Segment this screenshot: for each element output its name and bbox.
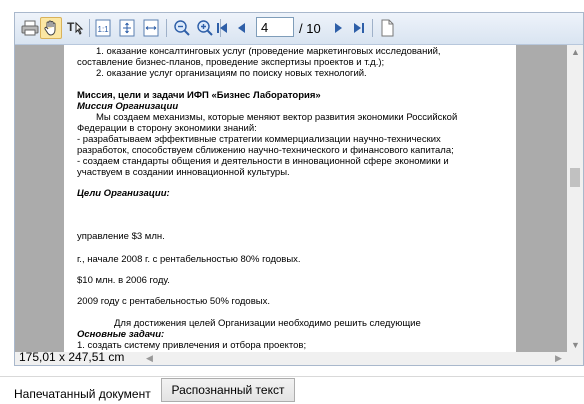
print-icon[interactable]	[19, 17, 41, 39]
fit-page-icon[interactable]	[116, 17, 138, 39]
scroll-up-icon[interactable]: ▲	[571, 47, 580, 57]
page-icon[interactable]	[376, 17, 398, 39]
doc-line: Мы создаем механизмы, которые меняют век…	[96, 112, 458, 123]
doc-line: составление бизнес-планов, проведение эк…	[77, 57, 385, 68]
toolbar-separator	[372, 19, 373, 37]
scroll-right-icon[interactable]: ▶	[555, 353, 562, 364]
document-canvas[interactable]: 1. оказание консалтинговых услуг (провед…	[15, 45, 567, 352]
doc-line: Для достижения целей Организации необход…	[114, 318, 421, 329]
page-number-input[interactable]	[256, 17, 294, 37]
doc-subheading: Цели Организации:	[77, 188, 170, 199]
doc-line: $10 млн. в 2006 году.	[77, 275, 170, 286]
tab-divider	[0, 376, 584, 377]
scroll-thumb[interactable]	[570, 168, 580, 187]
next-page-icon[interactable]	[327, 17, 349, 39]
doc-line: - разрабатываем эффективные стратегии ко…	[77, 134, 441, 145]
document-page: 1. оказание консалтинговых услуг (провед…	[64, 45, 516, 352]
prev-page-icon[interactable]	[231, 17, 253, 39]
doc-line: - создаем стандарты общения и деятельнос…	[77, 156, 449, 167]
scroll-left-icon[interactable]: ◀	[146, 353, 153, 364]
svg-text:1:1: 1:1	[98, 25, 110, 34]
scroll-down-icon[interactable]: ▼	[571, 340, 580, 350]
tab-recognized-text[interactable]: Распознанный текст	[161, 378, 295, 402]
viewer-toolbar: T 1:1 / 10	[15, 13, 583, 45]
status-bar: 175,01 x 247,51 cm ◀ ▶	[15, 350, 583, 365]
zoom-out-icon[interactable]	[171, 17, 193, 39]
page-size-label: 175,01 x 247,51 cm	[19, 350, 125, 364]
doc-line: участвуем в создании инновационной культ…	[77, 167, 290, 178]
doc-line: 2009 году с рентабельностью 50% годовых.	[77, 296, 270, 307]
document-viewer: T 1:1 / 10	[14, 12, 584, 366]
actual-size-icon[interactable]: 1:1	[92, 17, 114, 39]
doc-subheading: Миссия Организации	[77, 101, 179, 112]
doc-line: Федерации в сторону экономики знаний:	[77, 123, 257, 134]
doc-line: управление $3 млн.	[77, 231, 165, 242]
page-total-label: / 10	[299, 21, 321, 36]
hand-tool-icon[interactable]	[40, 17, 62, 39]
vertical-scrollbar[interactable]: ▲ ▼	[567, 45, 583, 352]
tab-printed-document[interactable]: Напечатанный документ	[14, 387, 151, 401]
doc-line: разработок, способствуем сближению научн…	[77, 145, 454, 156]
toolbar-separator	[89, 19, 90, 37]
first-page-icon[interactable]	[211, 17, 233, 39]
doc-line: г., начале 2008 г. с рентабельностью 80%…	[77, 254, 301, 265]
doc-line: 1. оказание консалтинговых услуг (провед…	[96, 46, 441, 57]
text-select-icon[interactable]: T	[64, 17, 86, 39]
fit-width-icon[interactable]	[140, 17, 162, 39]
svg-text:T: T	[67, 20, 75, 34]
doc-subheading: Основные задачи:	[77, 329, 165, 340]
doc-heading: Миссия, цели и задачи ИФП «Бизнес Лабора…	[77, 90, 321, 101]
toolbar-separator	[166, 19, 167, 37]
last-page-icon[interactable]	[348, 17, 370, 39]
doc-line: 2. оказание услуг организациям по поиску…	[96, 68, 367, 79]
